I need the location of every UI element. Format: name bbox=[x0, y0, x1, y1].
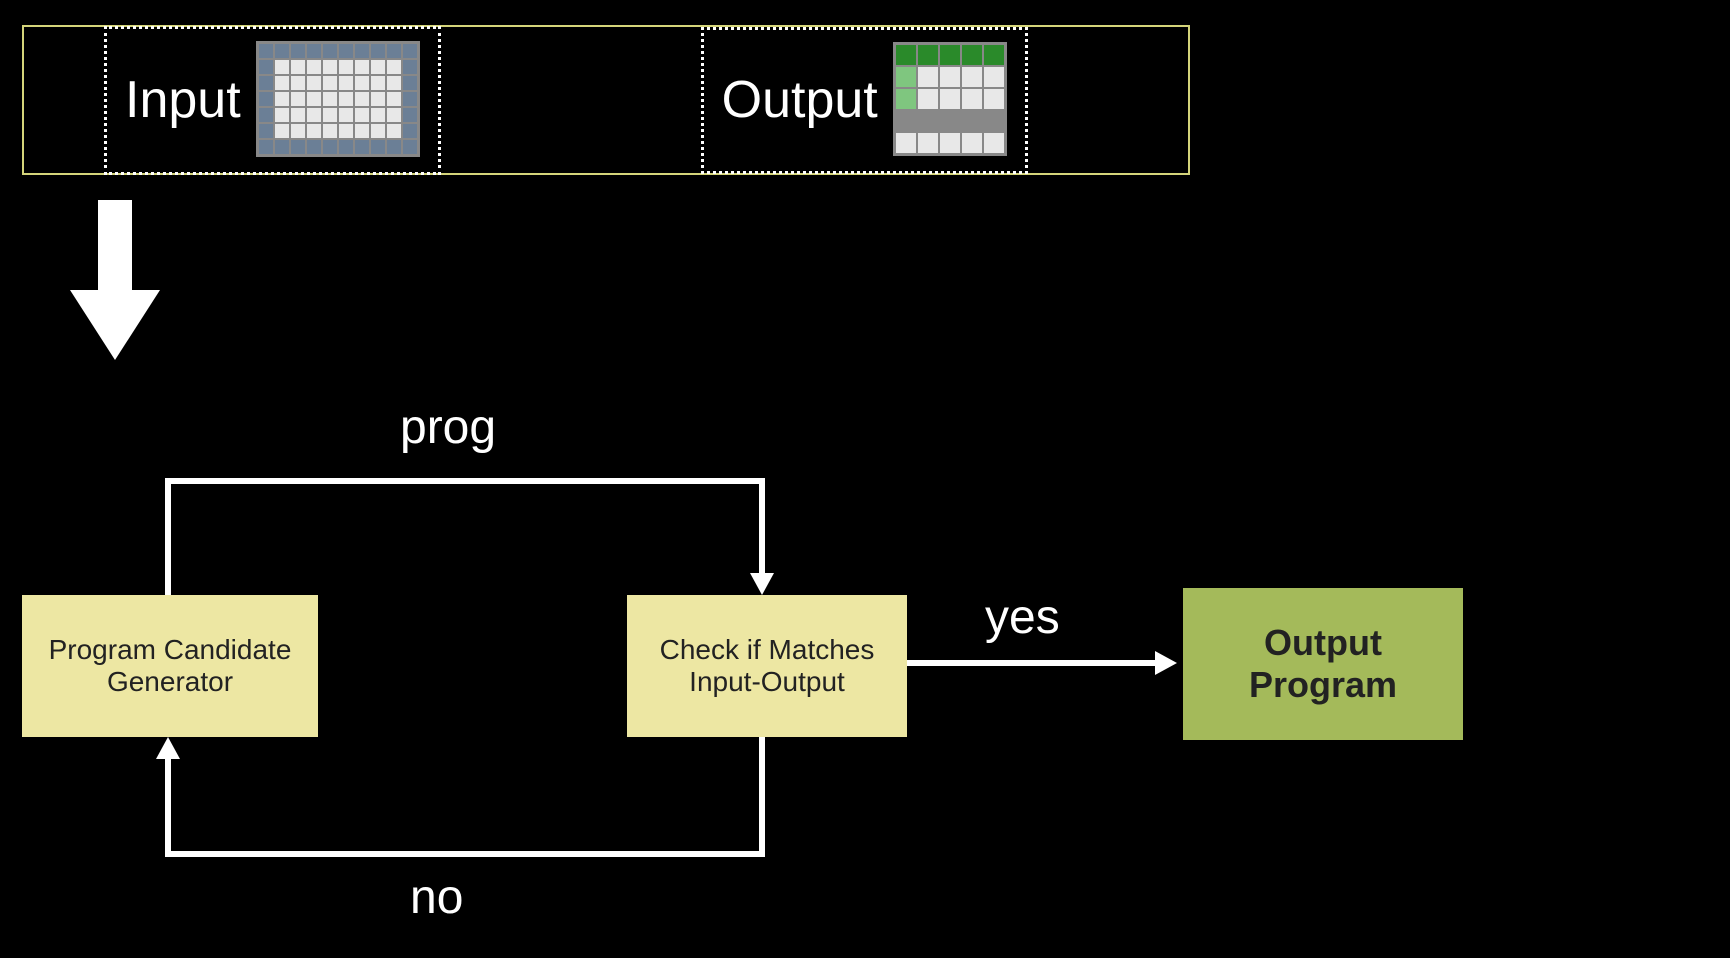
yes-arrow-head-icon bbox=[1155, 651, 1177, 675]
prog-arrow-segment bbox=[165, 478, 171, 595]
prog-arrow-segment bbox=[165, 478, 765, 484]
generator-box: Program Candidate Generator bbox=[22, 595, 318, 737]
yes-arrow-segment bbox=[907, 660, 1157, 666]
prog-arrow-head-icon bbox=[750, 573, 774, 595]
input-label: Input bbox=[125, 70, 241, 130]
no-arrow-head-icon bbox=[156, 737, 180, 759]
output-program-box: Output Program bbox=[1183, 588, 1463, 740]
generator-line2: Generator bbox=[107, 666, 233, 698]
input-grid-icon bbox=[256, 41, 420, 160]
io-container: Input Output bbox=[22, 25, 1190, 175]
prog-arrow-segment bbox=[759, 478, 765, 575]
no-arrow-segment bbox=[165, 757, 171, 857]
output-box: Output bbox=[701, 27, 1028, 174]
output-label: Output bbox=[722, 70, 878, 130]
output-grid-icon bbox=[893, 42, 1007, 159]
checker-line2: Input-Output bbox=[689, 666, 845, 698]
output-line1: Output bbox=[1264, 622, 1382, 664]
checker-box: Check if Matches Input-Output bbox=[627, 595, 907, 737]
output-line2: Program bbox=[1249, 664, 1397, 706]
prog-label: prog bbox=[400, 400, 496, 455]
generator-line1: Program Candidate bbox=[49, 634, 292, 666]
checker-line1: Check if Matches bbox=[660, 634, 875, 666]
no-arrow-segment bbox=[165, 851, 765, 857]
yes-label: yes bbox=[985, 590, 1060, 645]
no-arrow-segment bbox=[759, 737, 765, 857]
no-label: no bbox=[410, 870, 463, 925]
arrow-down-icon bbox=[70, 200, 160, 360]
input-box: Input bbox=[104, 26, 441, 175]
